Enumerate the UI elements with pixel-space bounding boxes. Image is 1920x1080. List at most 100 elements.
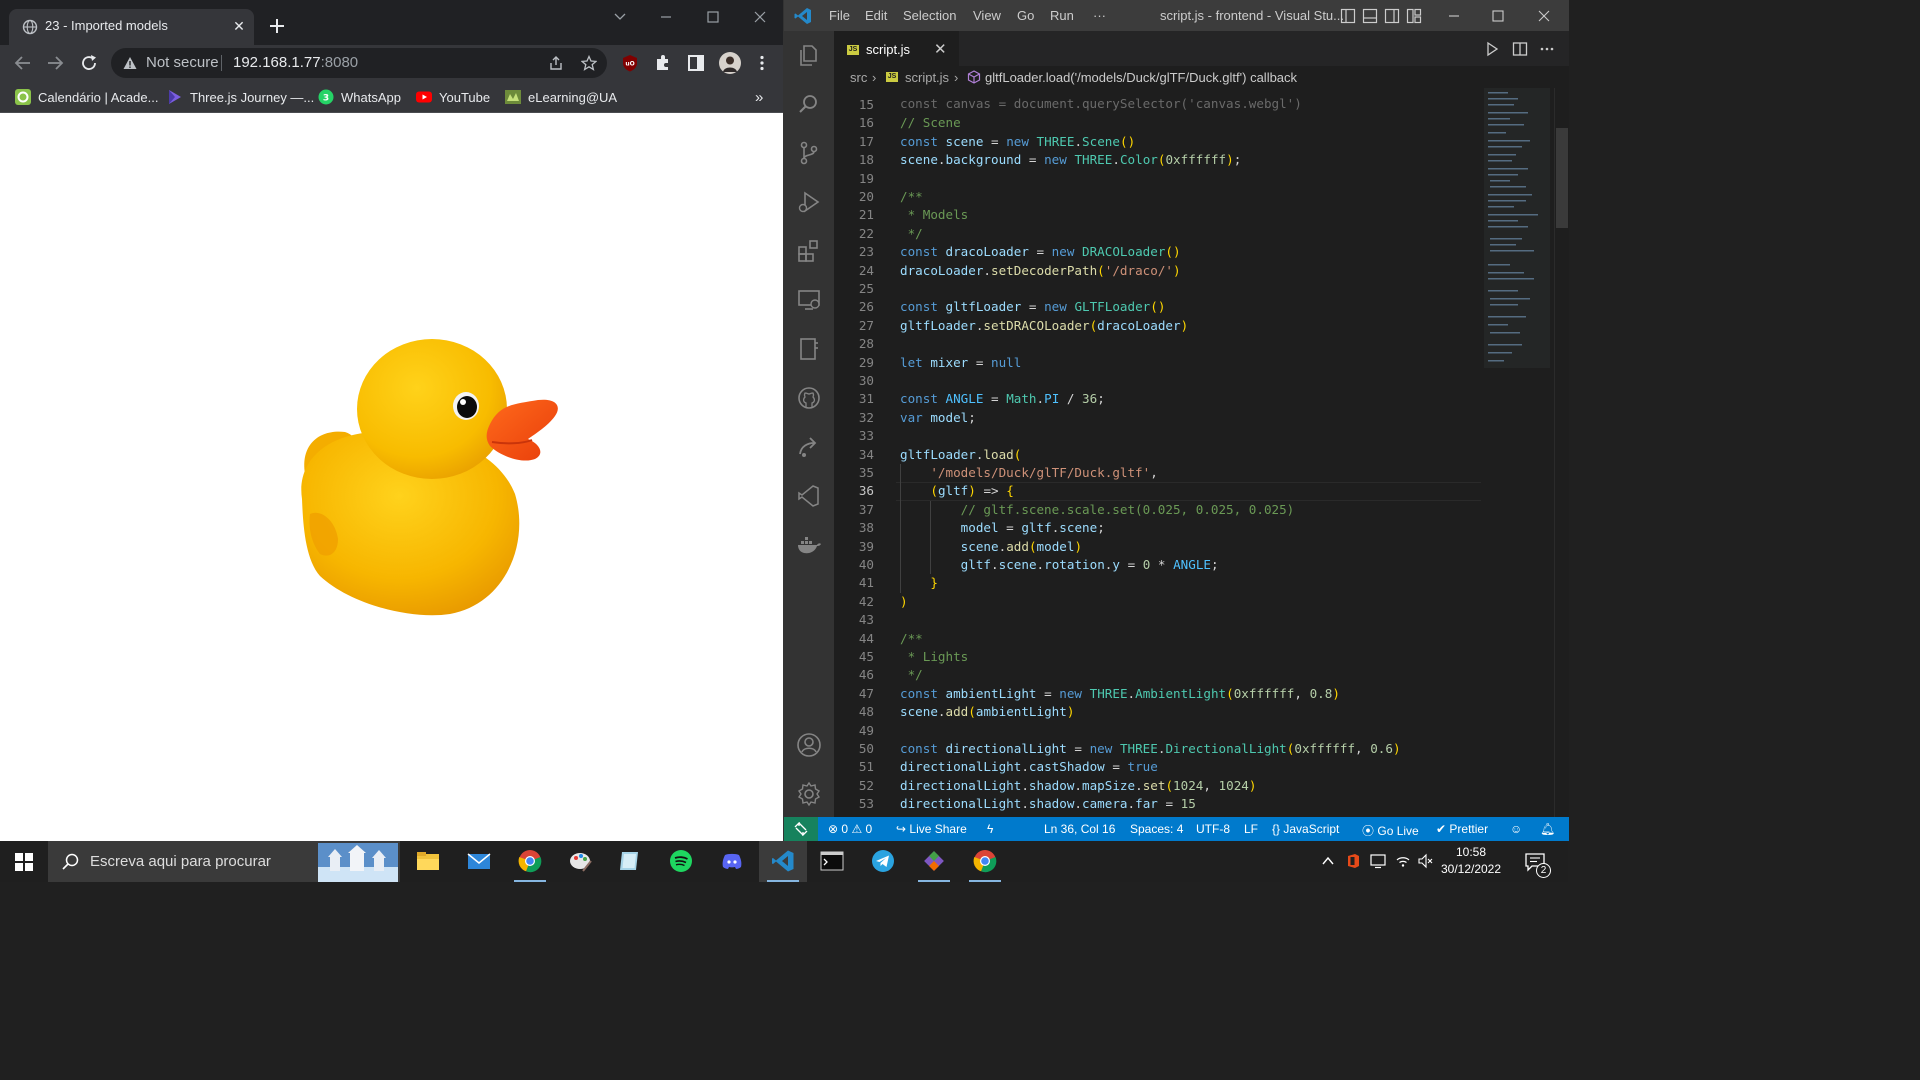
windows-start-icon[interactable] — [14, 852, 34, 872]
vscode-close-icon[interactable] — [1534, 8, 1554, 24]
settings-gear-icon[interactable] — [796, 781, 822, 807]
run-code-icon[interactable] — [1484, 41, 1500, 57]
problems-indicator[interactable]: ⊗ 0 ⚠ 0 — [828, 822, 872, 836]
toggle-panel-icon[interactable] — [1362, 8, 1378, 24]
side-panel-icon[interactable] — [686, 53, 706, 73]
menu-go[interactable]: Go — [1017, 8, 1034, 23]
remote-explorer-icon[interactable] — [796, 287, 822, 313]
minimap[interactable] — [1484, 88, 1554, 817]
taskbar-file-explorer[interactable] — [404, 841, 452, 882]
profile-avatar[interactable] — [718, 51, 742, 75]
scrollbar-thumb[interactable] — [1556, 128, 1568, 228]
chrome-menu-icon[interactable] — [752, 53, 772, 73]
accounts-icon[interactable] — [796, 732, 822, 758]
toggle-secondary-sidebar-icon[interactable] — [1384, 8, 1400, 24]
maximize-icon[interactable] — [698, 6, 728, 28]
tab-script-js[interactable]: JS script.js ✕ — [834, 31, 959, 66]
menu-selection[interactable]: Selection — [903, 8, 956, 23]
github-icon[interactable] — [796, 385, 822, 411]
address-bar[interactable]: Not secure 192.168.1.77:8080 — [111, 48, 607, 78]
share-icon[interactable] — [548, 55, 564, 71]
taskbar-search-box[interactable]: Escreva aqui para procurar — [48, 841, 400, 882]
menu-edit[interactable]: Edit — [865, 8, 887, 23]
taskbar-vscode[interactable] — [759, 841, 807, 882]
explorer-files-icon[interactable] — [796, 42, 822, 68]
menu-more[interactable]: ··· — [1093, 8, 1106, 23]
extensions-icon[interactable] — [796, 238, 822, 264]
taskbar-telegram[interactable] — [859, 841, 907, 882]
taskbar-chrome-alt[interactable] — [961, 841, 1009, 882]
breadcrumb-folder[interactable]: src — [850, 70, 867, 85]
editor-scrollbar[interactable] — [1554, 88, 1569, 817]
bookmark-threejs-journey[interactable]: Three.js Journey —... — [167, 87, 314, 107]
breadcrumb-symbol[interactable]: gltfLoader.load('/models/Duck/glTF/Duck.… — [985, 70, 1297, 85]
bookmark-star-icon[interactable] — [581, 55, 597, 71]
tab-close-icon[interactable]: ✕ — [230, 17, 248, 35]
lightning-icon[interactable]: ϟ — [987, 822, 993, 836]
notifications-bell-icon[interactable]: 🔔︎ — [1540, 822, 1555, 836]
live-share-button[interactable]: ↪ Live Share — [896, 822, 967, 836]
indent-guide — [930, 500, 931, 575]
vscode-minimize-icon[interactable] — [1444, 8, 1464, 24]
tab-search-icon[interactable] — [605, 6, 635, 28]
live-share-icon[interactable] — [796, 434, 822, 460]
taskbar-chrome[interactable] — [506, 841, 554, 882]
bookmark-calendario[interactable]: Calendário | Acade... — [15, 87, 158, 107]
bookmark-youtube[interactable]: YouTube — [416, 87, 490, 107]
taskbar-git-client[interactable] — [910, 841, 958, 882]
url-text[interactable]: 192.168.1.77:8080 — [233, 54, 358, 71]
testing-book-icon[interactable] — [796, 336, 822, 362]
back-arrow-icon[interactable] — [12, 52, 34, 74]
office-icon[interactable] — [1345, 853, 1361, 869]
menu-run[interactable]: Run — [1050, 8, 1074, 23]
menu-file[interactable]: File — [829, 8, 850, 23]
taskbar-notes[interactable] — [606, 841, 654, 882]
remote-indicator[interactable] — [784, 817, 818, 841]
taskbar-spotify[interactable] — [657, 841, 705, 882]
source-control-icon[interactable] — [796, 140, 822, 166]
search-icon[interactable] — [796, 91, 822, 117]
display-tray-icon[interactable] — [1370, 853, 1386, 869]
feedback-icon[interactable]: ☺ — [1510, 822, 1522, 836]
toggle-sidebar-icon[interactable] — [1340, 8, 1356, 24]
breadcrumb-file[interactable]: script.js — [905, 70, 949, 85]
show-hidden-icons-chevron-icon[interactable] — [1320, 853, 1336, 869]
taskbar-paint[interactable] — [557, 841, 605, 882]
close-window-icon[interactable] — [745, 6, 775, 28]
reload-icon[interactable] — [78, 52, 100, 74]
docker-icon[interactable] — [796, 532, 822, 558]
system-clock[interactable]: 10:58 30/12/2022 — [1440, 844, 1502, 878]
run-and-debug-icon[interactable] — [796, 189, 822, 215]
language-mode[interactable]: {} JavaScript — [1272, 822, 1339, 836]
more-actions-icon[interactable] — [1539, 41, 1555, 57]
taskbar-mail[interactable] — [455, 841, 503, 882]
minimize-icon[interactable] — [651, 6, 681, 28]
taskbar-discord[interactable] — [708, 841, 756, 882]
webgl-canvas[interactable] — [0, 114, 783, 841]
chrome-tab-active[interactable]: 23 - Imported models ✕ — [9, 9, 254, 45]
taskbar-terminal[interactable] — [808, 841, 856, 882]
volume-muted-icon[interactable] — [1418, 853, 1434, 869]
cursor-position[interactable]: Ln 36, Col 16 — [1044, 822, 1115, 836]
indentation[interactable]: Spaces: 4 — [1130, 822, 1183, 836]
bookmarks-overflow[interactable]: » — [755, 87, 763, 107]
security-label[interactable]: Not secure — [146, 54, 219, 71]
prettier-button[interactable]: ✔ Prettier — [1436, 822, 1488, 836]
menu-view[interactable]: View — [973, 8, 1001, 23]
visual-studio-icon[interactable] — [796, 483, 822, 509]
go-live-button[interactable]: ⦿ Go Live — [1362, 822, 1419, 839]
tab-close-icon[interactable]: ✕ — [934, 40, 947, 58]
extensions-puzzle-icon[interactable] — [653, 53, 673, 73]
split-editor-icon[interactable] — [1512, 41, 1528, 57]
vscode-maximize-icon[interactable] — [1488, 8, 1508, 24]
encoding[interactable]: UTF-8 — [1196, 822, 1230, 836]
ublock-origin-icon[interactable]: uO — [620, 53, 640, 73]
bookmark-whatsapp[interactable]: 3 WhatsApp — [318, 87, 401, 107]
bookmark-elearning[interactable]: eLearning@UA — [505, 87, 617, 107]
forward-arrow-icon[interactable] — [44, 52, 66, 74]
code-editor[interactable]: const canvas = document.querySelector('c… — [834, 88, 1484, 817]
end-of-line[interactable]: LF — [1244, 822, 1258, 836]
new-tab-icon[interactable] — [266, 15, 288, 37]
wifi-icon[interactable] — [1395, 853, 1411, 869]
customize-layout-icon[interactable] — [1406, 8, 1422, 24]
